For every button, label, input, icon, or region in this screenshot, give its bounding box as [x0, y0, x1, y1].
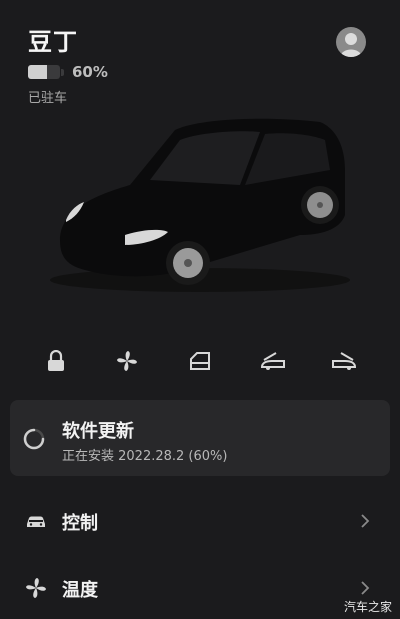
- frunk-icon: [260, 352, 285, 370]
- window-icon: [190, 352, 210, 370]
- chevron-right-icon: [361, 581, 370, 595]
- fan-button[interactable]: [109, 343, 145, 379]
- fan-icon: [26, 578, 46, 598]
- watermark: 汽车之家: [343, 600, 392, 614]
- battery-tip: [61, 68, 64, 76]
- trunk-button[interactable]: [326, 343, 362, 379]
- software-update-status: 正在安装 2022.28.2 (60%): [62, 449, 228, 464]
- loading-spinner-icon: [23, 428, 45, 450]
- frunk-button[interactable]: [255, 343, 291, 379]
- software-update-card[interactable]: 软件更新 正在安装 2022.28.2 (60%): [10, 400, 390, 476]
- chevron-right-icon: [361, 514, 370, 528]
- battery-icon: [28, 65, 60, 79]
- menu-item-climate[interactable]: 温度: [0, 564, 400, 612]
- menu-item-label: 控制: [62, 513, 98, 534]
- menu-item-label: 温度: [62, 580, 98, 601]
- software-update-title: 软件更新: [62, 421, 134, 442]
- window-button[interactable]: [182, 343, 218, 379]
- trunk-icon: [332, 352, 357, 370]
- battery-status: 60%: [28, 63, 108, 81]
- car-icon: [27, 516, 45, 527]
- battery-fill: [28, 65, 48, 79]
- menu-item-controls[interactable]: 控制: [0, 497, 400, 545]
- lock-button[interactable]: [38, 343, 74, 379]
- vehicle-name: 豆丁: [28, 28, 78, 56]
- battery-percent: 60%: [72, 63, 108, 81]
- user-avatar-icon[interactable]: [336, 27, 366, 57]
- lock-icon: [48, 350, 64, 371]
- quick-controls: [0, 343, 400, 379]
- vehicle-header: 豆丁 60% 已驻车: [28, 22, 108, 106]
- fan-icon: [117, 351, 137, 371]
- vehicle-image: [0, 100, 400, 300]
